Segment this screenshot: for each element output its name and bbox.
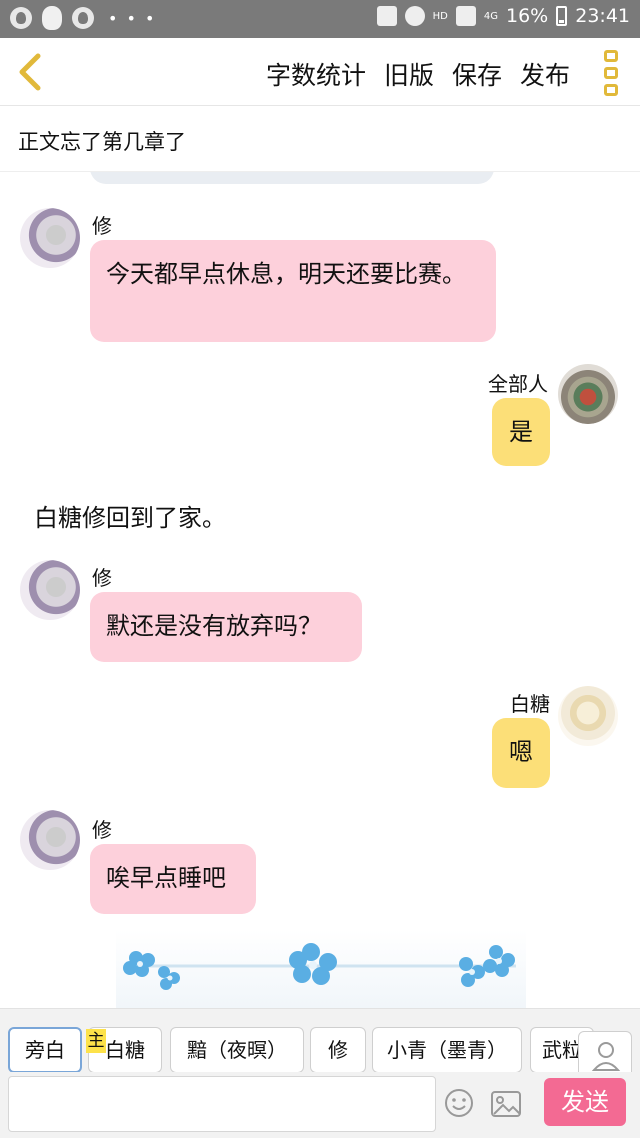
more-notifications: • • •	[108, 8, 157, 28]
save-button[interactable]: 保存	[452, 56, 502, 92]
message-bubble[interactable]: 默还是没有放弃吗？	[90, 592, 362, 662]
wifi-icon	[455, 6, 476, 26]
narration-text[interactable]: 白糖修回到了家。	[34, 498, 226, 533]
app-notification-icon	[10, 7, 32, 29]
editor-toolbar: 字数统计 旧版 保存 发布	[0, 38, 640, 106]
status-bar: • • • HD 4G 16% 23:41	[0, 0, 640, 38]
character-chip[interactable]: 黯（夜暝）	[170, 1027, 304, 1073]
more-menu-button[interactable]	[604, 50, 620, 96]
message-bubble[interactable]: 唉早点睡吧	[90, 844, 256, 914]
character-chip[interactable]: 修	[310, 1027, 366, 1073]
input-bar: 发送	[0, 1072, 640, 1138]
chat-area[interactable]: 修 今天都早点休息，明天还要比赛。 全部人 是 白糖修回到了家。 修 默还是没有…	[0, 172, 640, 1008]
sender-name: 修	[92, 566, 112, 590]
avatar[interactable]	[20, 810, 80, 870]
chevron-left-icon	[19, 53, 41, 91]
battery-percent: 16%	[506, 5, 549, 27]
message-bubble[interactable]: 嗯	[492, 718, 550, 788]
message-bubble[interactable]: 是	[492, 398, 550, 466]
emoji-icon[interactable]	[444, 1088, 474, 1118]
avatar[interactable]	[20, 560, 80, 620]
main-character-badge: 主	[86, 1029, 106, 1053]
message-bubble[interactable]: 今天都早点休息，明天还要比赛。	[90, 240, 496, 342]
word-count-button[interactable]: 字数统计	[266, 56, 366, 92]
publish-button[interactable]: 发布	[520, 56, 570, 92]
sender-name: 修	[92, 818, 112, 842]
signal-indicator: 4G	[483, 10, 498, 22]
menu-dot	[604, 67, 618, 79]
send-button[interactable]: 发送	[544, 1078, 626, 1126]
avatar[interactable]	[558, 686, 618, 746]
flower-divider-icon	[123, 943, 516, 990]
avatar[interactable]	[20, 208, 80, 268]
qq-notification-icon	[42, 6, 62, 30]
chapter-title: 正文忘了第几章了	[18, 130, 186, 154]
old-version-button[interactable]: 旧版	[384, 56, 434, 92]
chapter-title-bar[interactable]: 正文忘了第几章了	[0, 106, 640, 172]
sender-name: 全部人	[488, 372, 548, 396]
app-notification-icon-2	[72, 7, 94, 29]
sender-name: 修	[92, 214, 112, 238]
flower-divider-image	[116, 930, 526, 1008]
battery-icon	[556, 6, 568, 26]
clock: 23:41	[575, 5, 630, 27]
alarm-icon	[404, 6, 425, 26]
character-selector: 旁白 白糖 主 黯（夜暝） 修 小青（墨青） 武粒	[0, 1008, 640, 1080]
mute-icon	[376, 6, 397, 26]
character-chip[interactable]: 旁白	[8, 1027, 82, 1073]
back-button[interactable]	[10, 48, 54, 96]
vertical-dots-icon	[604, 50, 618, 62]
image-icon[interactable]	[490, 1090, 522, 1118]
menu-dot	[604, 84, 618, 96]
message-input[interactable]	[8, 1076, 436, 1132]
previous-message-bubble	[90, 172, 494, 184]
avatar[interactable]	[558, 364, 618, 424]
hd-indicator: HD	[432, 10, 448, 22]
sender-name: 白糖	[510, 692, 550, 716]
character-chip[interactable]: 小青（墨青）	[372, 1027, 522, 1073]
